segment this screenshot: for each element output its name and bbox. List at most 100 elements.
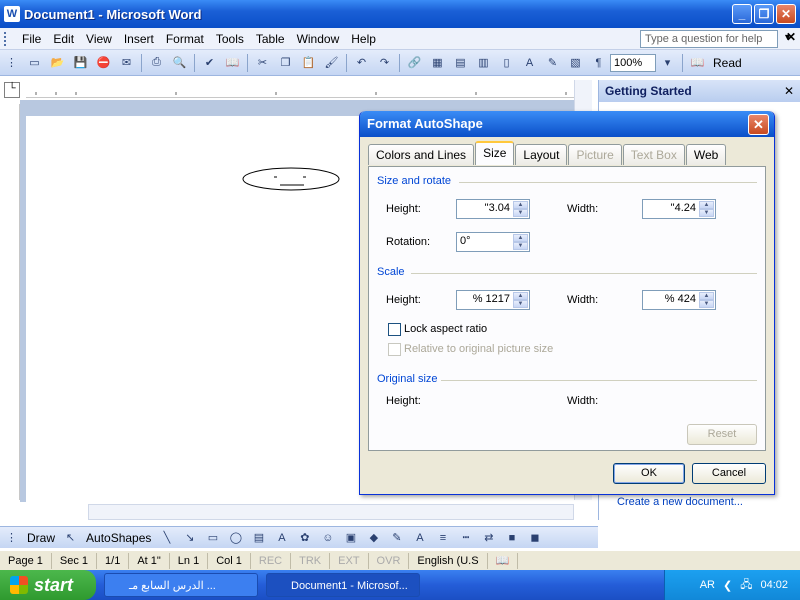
text-box-icon[interactable]: ▤: [249, 528, 268, 547]
diagram-icon[interactable]: ✿: [295, 528, 314, 547]
toolbar-grip[interactable]: ⋮: [2, 53, 21, 72]
line-style-icon[interactable]: ≡: [433, 528, 452, 547]
dash-style-icon[interactable]: ┅: [456, 528, 475, 547]
spin-down-icon[interactable]: ▼: [699, 209, 714, 217]
font-color-draw-icon[interactable]: A: [410, 528, 429, 547]
scale-height-spinner[interactable]: % 1217 ▲ ▼: [456, 290, 530, 310]
status-rec[interactable]: REC: [251, 552, 292, 569]
arrow-style-icon[interactable]: ⇄: [479, 528, 498, 547]
scale-height-value[interactable]: % 1217: [473, 293, 510, 305]
close-button[interactable]: ✕: [776, 4, 796, 24]
document-close-icon[interactable]: ✕: [786, 30, 796, 44]
menu-tools[interactable]: Tools: [210, 32, 250, 46]
horizontal-ruler[interactable]: [26, 80, 586, 98]
tab-selector-icon[interactable]: └: [4, 82, 20, 98]
spin-up-icon[interactable]: ▲: [699, 292, 714, 300]
tab-layout[interactable]: Layout: [515, 144, 568, 165]
spin-down-icon[interactable]: ▼: [699, 300, 714, 308]
spin-down-icon[interactable]: ▼: [513, 242, 528, 250]
rectangle-icon[interactable]: ▭: [203, 528, 222, 547]
create-new-document-link[interactable]: Create a new document...: [617, 496, 743, 508]
spin-down-icon[interactable]: ▼: [513, 300, 528, 308]
3d-icon[interactable]: ◼: [525, 528, 544, 547]
restore-button[interactable]: ❐: [754, 4, 774, 24]
save-icon[interactable]: 💾: [71, 53, 90, 72]
menu-file[interactable]: File: [16, 32, 47, 46]
spelling-status-icon[interactable]: 📖: [488, 552, 519, 569]
help-search-input[interactable]: Type a question for help: [640, 30, 778, 48]
copy-icon[interactable]: ❐: [276, 53, 295, 72]
drawing-toolbar-grip[interactable]: ⋮: [2, 528, 21, 547]
email-icon[interactable]: ✉: [117, 53, 136, 72]
tray-expand-icon[interactable]: ❮: [723, 579, 732, 592]
status-trk[interactable]: TRK: [291, 552, 331, 569]
spin-up-icon[interactable]: ▲: [513, 292, 528, 300]
vertical-ruler[interactable]: [8, 104, 20, 500]
tab-web[interactable]: Web: [685, 144, 727, 165]
print-preview-icon[interactable]: 🔍: [170, 53, 189, 72]
hyperlink-icon[interactable]: 🔗: [405, 53, 424, 72]
menu-table[interactable]: Table: [250, 32, 291, 46]
status-ovr[interactable]: OVR: [369, 552, 410, 569]
draw-menu-button[interactable]: Draw: [23, 531, 59, 545]
spin-up-icon[interactable]: ▲: [513, 201, 528, 209]
spelling-icon[interactable]: ✔: [200, 53, 219, 72]
redo-icon[interactable]: ↷: [375, 53, 394, 72]
menu-help[interactable]: Help: [345, 32, 382, 46]
permission-icon[interactable]: ⛔: [94, 53, 113, 72]
cancel-button[interactable]: Cancel: [692, 463, 766, 484]
height-value[interactable]: "3.04: [485, 202, 510, 214]
wordart-icon[interactable]: A: [272, 528, 291, 547]
clip-art-icon[interactable]: ☺: [318, 528, 337, 547]
read-icon[interactable]: 📖: [688, 53, 707, 72]
insert-excel-icon[interactable]: ▥: [474, 53, 493, 72]
research-icon[interactable]: 📖: [223, 53, 242, 72]
menubar-grip[interactable]: [4, 31, 10, 46]
lock-aspect-checkbox[interactable]: [388, 323, 401, 336]
menu-format[interactable]: Format: [160, 32, 210, 46]
fill-color-icon[interactable]: ◆: [364, 528, 383, 547]
tab-colors-and-lines[interactable]: Colors and Lines: [368, 144, 475, 165]
oval-icon[interactable]: ◯: [226, 528, 245, 547]
columns-icon[interactable]: ▯: [497, 53, 516, 72]
scale-width-value[interactable]: % 424: [665, 293, 696, 305]
shadow-icon[interactable]: ■: [502, 528, 521, 547]
task-pane-close-icon[interactable]: ✕: [784, 84, 794, 98]
cut-icon[interactable]: ✂: [253, 53, 272, 72]
document-map-icon[interactable]: ▧: [566, 53, 585, 72]
show-hide-icon[interactable]: ¶: [589, 53, 608, 72]
spin-up-icon[interactable]: ▲: [513, 234, 528, 242]
zoom-dropdown[interactable]: 100%: [610, 53, 656, 72]
picture-icon[interactable]: ▣: [341, 528, 360, 547]
format-painter-icon[interactable]: 🖌: [322, 53, 341, 72]
language-indicator[interactable]: AR: [700, 579, 715, 591]
width-spinner[interactable]: "4.24 ▲ ▼: [642, 199, 716, 219]
taskbar-button-document1[interactable]: Document1 - Microsof...: [266, 573, 420, 597]
open-icon[interactable]: 📂: [48, 53, 67, 72]
smiley-autoshape[interactable]: [26, 116, 366, 236]
read-button[interactable]: Read: [709, 56, 746, 70]
spin-down-icon[interactable]: ▼: [513, 209, 528, 217]
height-spinner[interactable]: "3.04 ▲ ▼: [456, 199, 530, 219]
drawing-icon[interactable]: ✎: [543, 53, 562, 72]
start-button[interactable]: start: [0, 570, 96, 600]
lock-aspect-label[interactable]: Lock aspect ratio: [404, 323, 487, 335]
scale-width-spinner[interactable]: % 424 ▲ ▼: [642, 290, 716, 310]
menu-edit[interactable]: Edit: [47, 32, 80, 46]
menu-insert[interactable]: Insert: [118, 32, 160, 46]
network-icon[interactable]: 🖧: [740, 576, 752, 595]
print-icon[interactable]: ⎙: [147, 53, 166, 72]
rotation-spinner[interactable]: 0° ▲ ▼: [456, 232, 530, 252]
tables-borders-icon[interactable]: ▦: [428, 53, 447, 72]
taskbar-button-arabic-doc[interactable]: الدرس السابع مـ ...: [104, 573, 258, 597]
minimize-button[interactable]: _: [732, 4, 752, 24]
undo-icon[interactable]: ↶: [352, 53, 371, 72]
ok-button[interactable]: OK: [613, 463, 685, 484]
arrow-icon[interactable]: ↘: [180, 528, 199, 547]
tab-size[interactable]: Size: [475, 141, 515, 165]
paste-icon[interactable]: 📋: [299, 53, 318, 72]
line-color-icon[interactable]: ✎: [387, 528, 406, 547]
line-icon[interactable]: ╲: [157, 528, 176, 547]
horizontal-scrollbar[interactable]: [88, 504, 574, 520]
width-value[interactable]: "4.24: [671, 202, 696, 214]
